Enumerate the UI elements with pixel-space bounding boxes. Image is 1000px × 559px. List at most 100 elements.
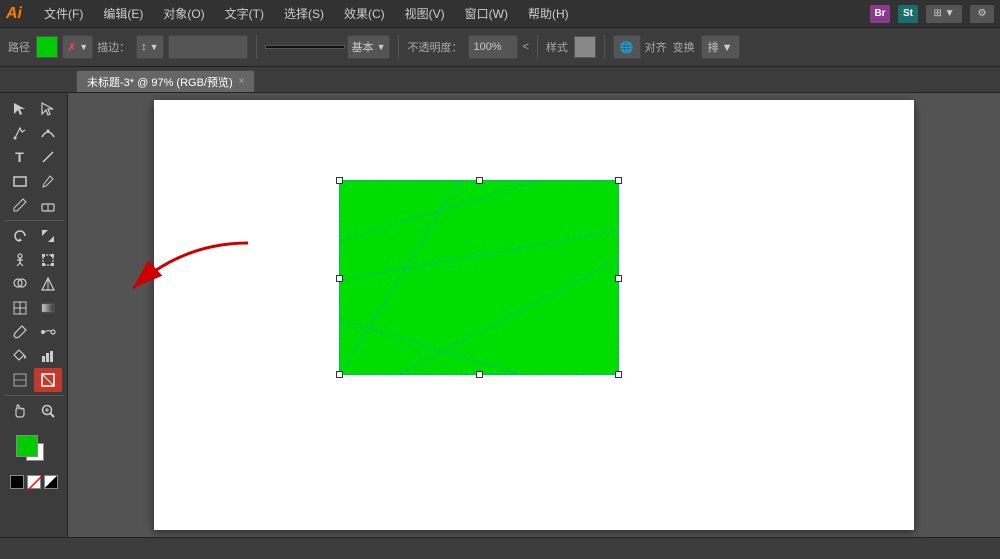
document-tab[interactable]: 未标题-3* @ 97% (RGB/预览) ×	[76, 70, 255, 92]
menu-select[interactable]: 选择(S)	[278, 3, 330, 24]
menu-edit[interactable]: 编辑(E)	[97, 3, 149, 24]
handle-top-right[interactable]	[615, 177, 622, 184]
stroke-label: 描边：	[97, 39, 130, 55]
menu-file[interactable]: 文件(F)	[38, 3, 89, 24]
chevron-down-icon: ▼	[79, 42, 88, 52]
tab-close-btn[interactable]: ×	[239, 76, 245, 87]
menu-type[interactable]: 文字(T)	[219, 3, 270, 24]
curvature-tool[interactable]	[34, 121, 62, 145]
stroke-icon: ✗	[67, 41, 76, 54]
pen-tool[interactable]	[6, 121, 34, 145]
divider4	[604, 35, 605, 59]
handle-top-center[interactable]	[476, 177, 483, 184]
menu-object[interactable]: 对象(O)	[157, 3, 210, 24]
tool-row-8	[0, 272, 67, 296]
rect-tool[interactable]	[6, 169, 34, 193]
scale-tool[interactable]	[34, 224, 62, 248]
stroke-preview	[265, 45, 345, 49]
workspace-switcher[interactable]: ⊞ ▼	[926, 5, 962, 23]
gradient-tool[interactable]	[34, 296, 62, 320]
artboard-tool-highlighted[interactable]	[34, 368, 62, 392]
handle-bot-left[interactable]	[336, 371, 343, 378]
chevron-down-icon3: ▼	[377, 42, 386, 52]
blend-tool[interactable]	[34, 320, 62, 344]
path-label: 路径	[8, 39, 30, 55]
br-icon[interactable]: Br	[870, 5, 890, 23]
stroke-width-value: ↕	[141, 41, 147, 53]
style-color-box[interactable]	[574, 36, 596, 58]
type-tool[interactable]: T	[6, 145, 34, 169]
shape-builder-tool[interactable]	[6, 272, 34, 296]
live-paint-bucket[interactable]	[6, 344, 34, 368]
style-label: 样式	[546, 39, 568, 55]
black-swatch[interactable]	[10, 475, 24, 489]
divider3	[537, 35, 538, 59]
menu-window[interactable]: 窗口(W)	[459, 3, 514, 24]
tool-row-5	[0, 193, 67, 217]
tool-row-3: T	[0, 145, 67, 169]
pencil-tool[interactable]	[6, 193, 34, 217]
tool-row-13	[0, 399, 67, 423]
canvas-area	[68, 93, 1000, 537]
artboard	[154, 100, 914, 530]
opacity-arrow-left[interactable]: <	[522, 41, 528, 53]
mesh-tool[interactable]	[6, 296, 34, 320]
status-bar	[0, 537, 1000, 559]
handle-bot-right[interactable]	[615, 371, 622, 378]
handle-mid-right[interactable]	[615, 275, 622, 282]
stroke-style-dropdown[interactable]: 基本 ▼	[347, 35, 391, 59]
tool-row-10	[0, 320, 67, 344]
toolbar: 路径 ✗ ▼ 描边： ↕ ▼ 基本 ▼ 不透明度： < 样式 🌐 对齐 变换 排…	[0, 27, 1000, 67]
tool-row-2	[0, 121, 67, 145]
tool-row-4	[0, 169, 67, 193]
menu-effect[interactable]: 效果(C)	[338, 3, 391, 24]
handle-bot-center[interactable]	[476, 371, 483, 378]
handle-top-left[interactable]	[336, 177, 343, 184]
menu-help[interactable]: 帮助(H)	[522, 3, 575, 24]
fill-color[interactable]	[36, 36, 58, 58]
tab-label: 未标题-3* @ 97% (RGB/预览)	[87, 74, 233, 90]
selection-tool[interactable]	[6, 97, 34, 121]
none-swatch[interactable]	[27, 475, 41, 489]
tool-row-9	[0, 296, 67, 320]
arrange-btn[interactable]: 排 ▼	[701, 35, 740, 59]
zoom-tool[interactable]	[34, 399, 62, 423]
paintbrush-tool[interactable]	[34, 169, 62, 193]
eyedropper-tool[interactable]	[6, 320, 34, 344]
column-graph-tool[interactable]	[34, 344, 62, 368]
tool-row-11	[0, 344, 67, 368]
free-transform-tool[interactable]	[34, 248, 62, 272]
gradient-swatch[interactable]	[44, 475, 58, 489]
tools-divider1	[4, 220, 64, 221]
tab-bar: 未标题-3* @ 97% (RGB/预览) ×	[0, 67, 1000, 93]
rotate-tool[interactable]	[6, 224, 34, 248]
fill-color-swatch[interactable]	[16, 435, 38, 457]
color-swatches	[0, 431, 67, 497]
tool-row-12	[0, 368, 67, 392]
perspective-tool[interactable]	[34, 272, 62, 296]
handle-mid-left[interactable]	[336, 275, 343, 282]
opacity-input[interactable]	[468, 35, 518, 59]
chevron-down-icon2: ▼	[150, 42, 159, 52]
st-icon[interactable]: St	[898, 5, 918, 23]
menu-view[interactable]: 视图(V)	[399, 3, 451, 24]
tool-row-7	[0, 248, 67, 272]
ai-logo: Ai	[6, 5, 22, 23]
align-label: 对齐	[645, 39, 667, 55]
search-icon-btn[interactable]: ⚙	[970, 5, 994, 23]
transform-label: 变换	[673, 39, 695, 55]
direct-selection-tool[interactable]	[34, 97, 62, 121]
eraser-tool[interactable]	[34, 193, 62, 217]
variable-width-input[interactable]	[168, 35, 248, 59]
basic-label: 基本	[352, 39, 374, 55]
slice-tool-2[interactable]	[6, 368, 34, 392]
line-tool[interactable]	[34, 145, 62, 169]
opacity-label: 不透明度：	[407, 39, 462, 55]
puppet-warp-tool[interactable]	[6, 248, 34, 272]
divider1	[256, 35, 257, 59]
hand-tool[interactable]	[6, 399, 34, 423]
green-rectangle[interactable]	[339, 180, 619, 375]
stroke-width-dropdown[interactable]: ↕ ▼	[136, 35, 163, 59]
web-icon-btn[interactable]: 🌐	[613, 35, 641, 59]
stroke-none-dropdown[interactable]: ✗ ▼	[62, 35, 93, 59]
